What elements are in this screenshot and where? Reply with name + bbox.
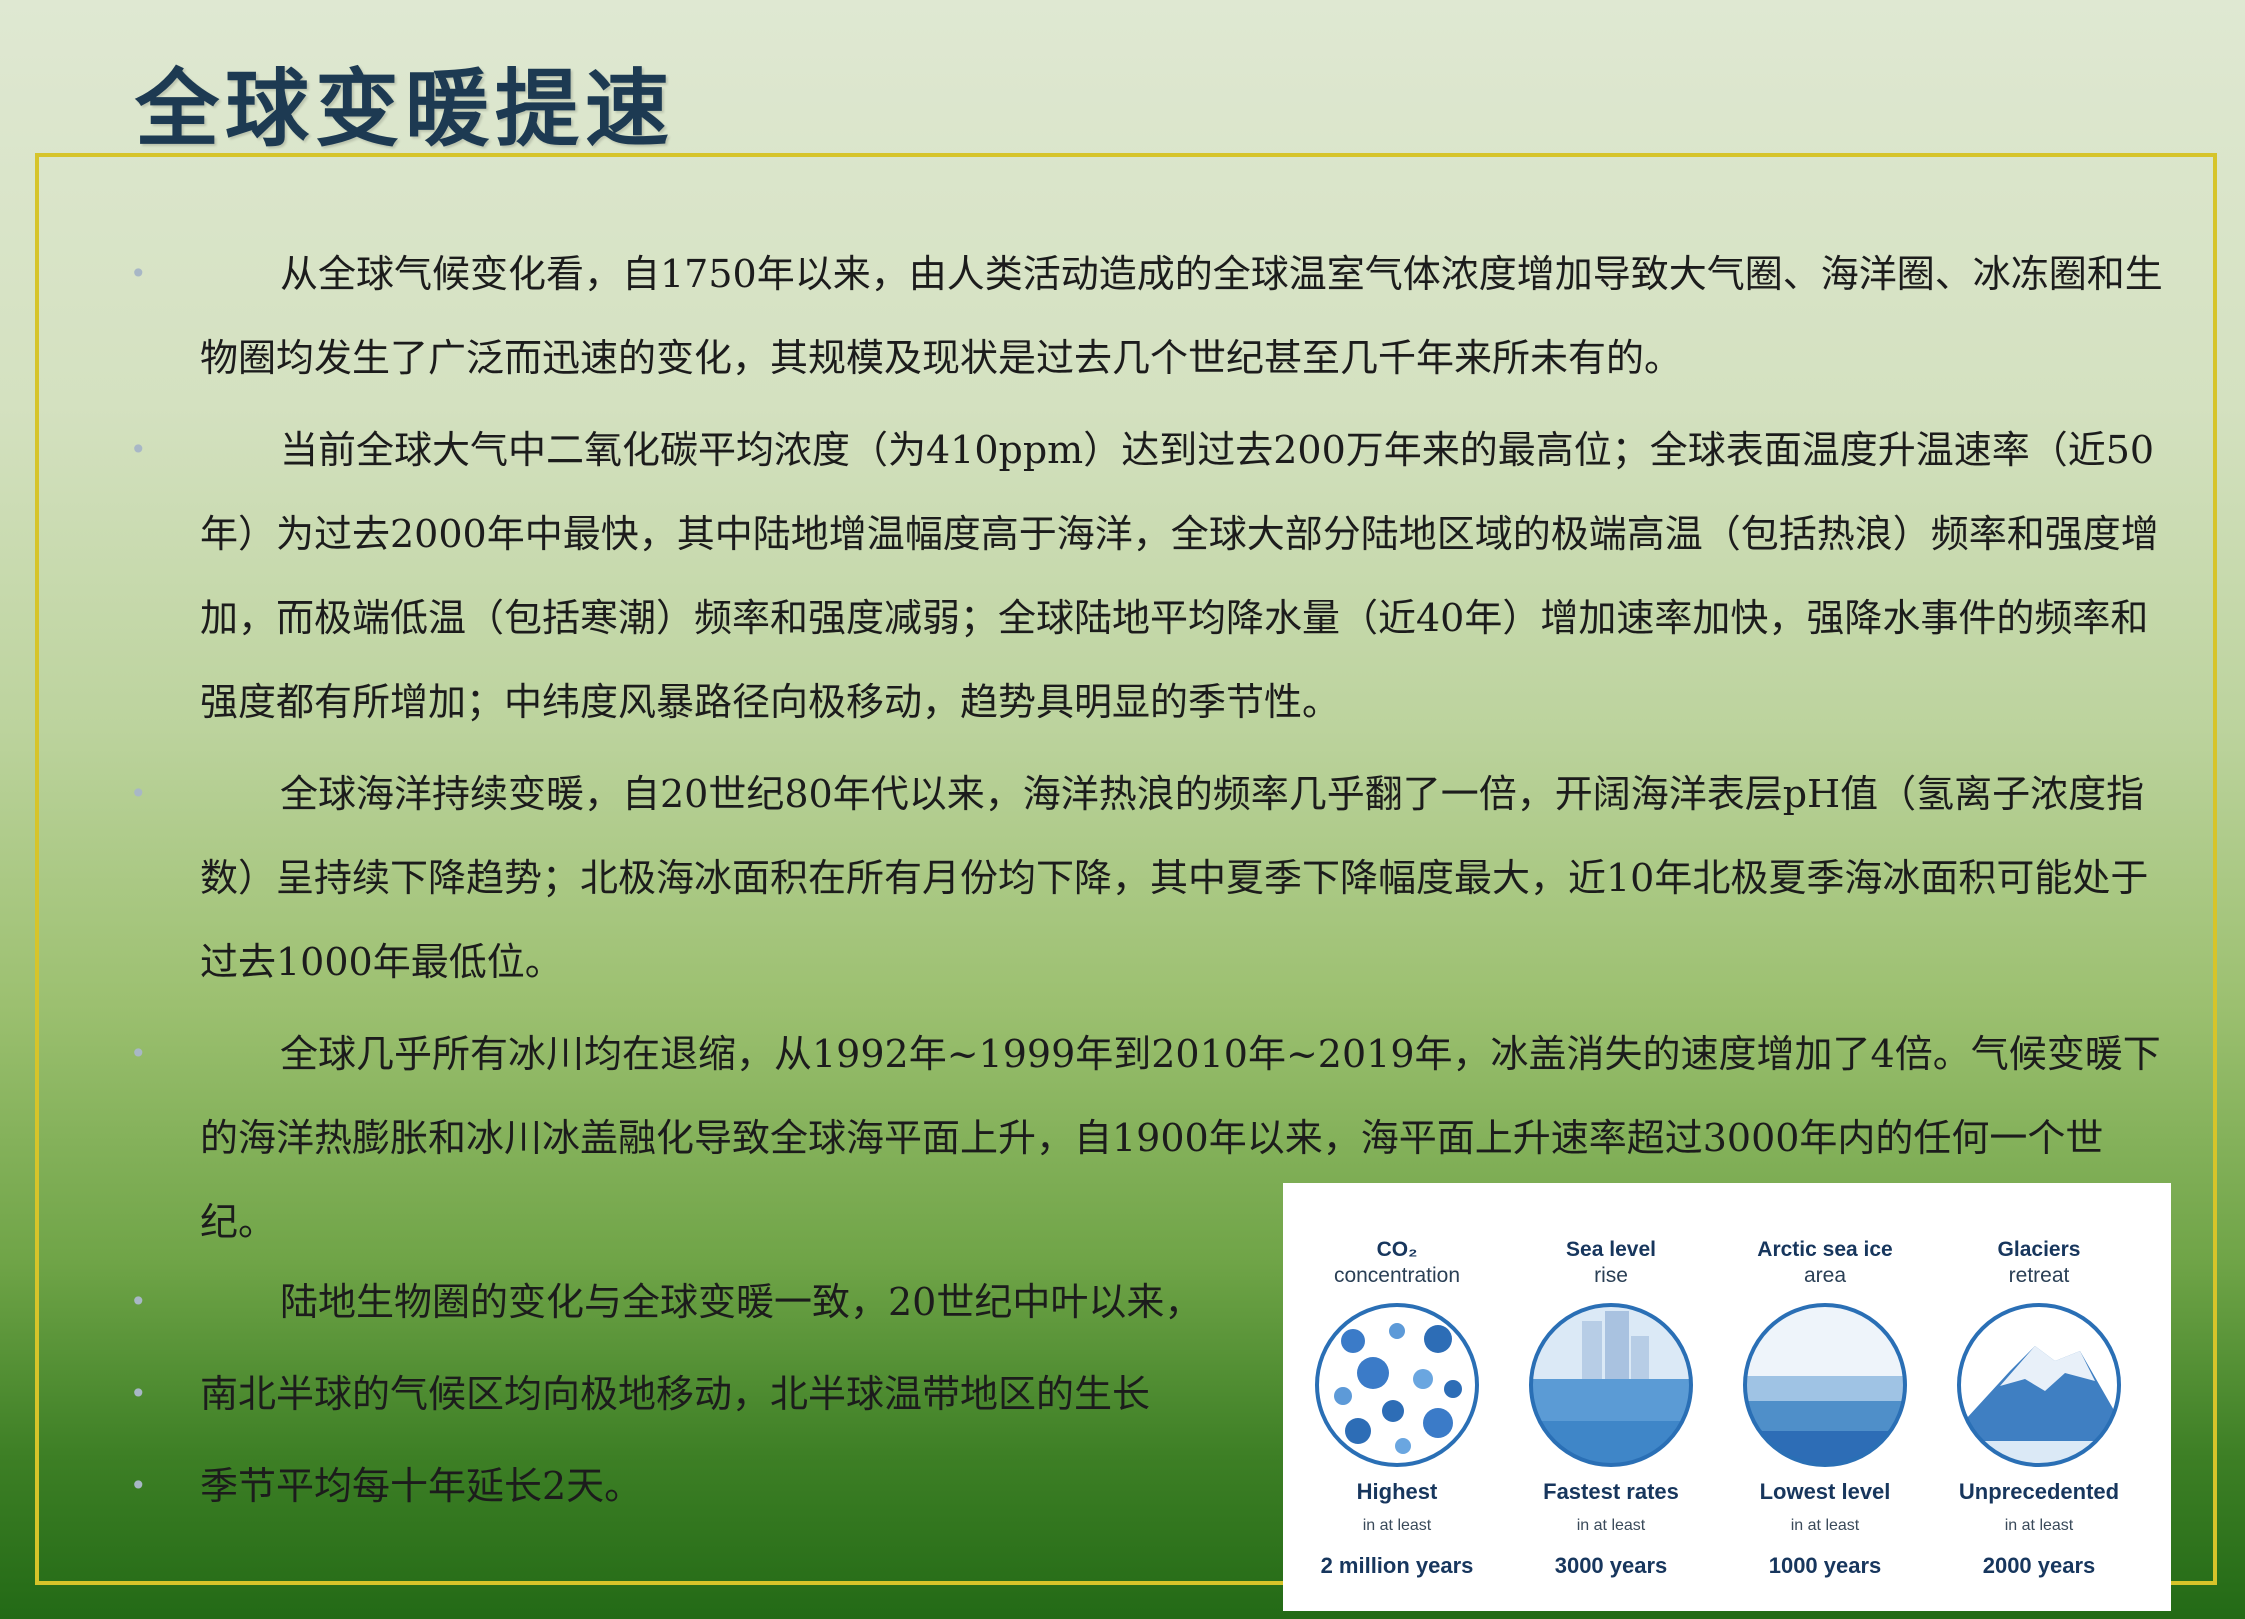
- infographic-head-co2: CO₂ concentration: [1291, 1237, 1503, 1289]
- infographic-label-glaciers: Unprecedented: [1958, 1479, 2120, 1504]
- infographic-subtitle-glaciers: retreat: [2008, 1264, 2070, 1287]
- infographic-inatleast-sea-ice: in at least: [1790, 1517, 1860, 1534]
- paragraph-5-line-2: 南北半球的气候区均向极地移动，北半球温带地区的生长: [125, 1348, 1305, 1440]
- paragraph-2-text: 当前全球大气中二氧化碳平均浓度（为410ppm）达到过去200万年来的最高位；全…: [200, 428, 2159, 724]
- infographic-inatleast-glaciers: in at least: [2004, 1517, 2074, 1534]
- glacier-icon: [1957, 1303, 2121, 1467]
- sea-level-icon: [1529, 1303, 1693, 1467]
- sea-ice-icon: [1743, 1303, 1907, 1467]
- infographic-subtitle-sea-ice: area: [1803, 1264, 1847, 1287]
- infographic-years-sea-ice: 1000 years: [1768, 1553, 1882, 1578]
- paragraph-2: 当前全球大气中二氧化碳平均浓度（为410ppm）达到过去200万年来的最高位；全…: [125, 408, 2165, 744]
- infographic-head-sea-ice: Arctic sea ice area: [1719, 1237, 1931, 1289]
- infographic-subtitle-co2: concentration: [1333, 1264, 1461, 1287]
- paragraph-1: 从全球气候变化看，自1750年以来，由人类活动造成的全球温室气体浓度增加导致大气…: [125, 232, 2165, 400]
- infographic-head-glaciers: Glaciers retreat: [1933, 1237, 2145, 1289]
- infographic-years-glaciers: 2000 years: [1982, 1553, 2096, 1578]
- infographic-title-glaciers: Glaciers: [1997, 1238, 2081, 1261]
- page-title: 全球变暖提速: [135, 59, 676, 158]
- paragraph-5-line-1-text: 陆地生物圈的变化与全球变暖一致，20世纪中叶以来，: [280, 1280, 1203, 1324]
- infographic-years-sea-level: 3000 years: [1554, 1553, 1668, 1578]
- paragraph-1-text: 从全球气候变化看，自1750年以来，由人类活动造成的全球温室气体浓度增加导致大气…: [200, 252, 2163, 380]
- infographic-label-sea-ice: Lowest level: [1759, 1479, 1891, 1504]
- infographic-title-sea-ice: Arctic sea ice: [1757, 1238, 1893, 1261]
- infographic-inatleast-co2: in at least: [1362, 1517, 1432, 1534]
- paragraph-3-text: 全球海洋持续变暖，自20世纪80年代以来，海洋热浪的频率几乎翻了一倍，开阔海洋表…: [200, 772, 2149, 984]
- infographic-inatleast-sea-level: in at least: [1576, 1517, 1646, 1534]
- body-text: 从全球气候变化看，自1750年以来，由人类活动造成的全球温室气体浓度增加导致大气…: [125, 232, 2165, 1272]
- infographic-title-co2: CO₂: [1376, 1238, 1418, 1261]
- infographic-label-co2: Highest: [1356, 1479, 1438, 1504]
- infographic-head-sea-level: Sea level rise: [1505, 1237, 1717, 1289]
- paragraph-5: 陆地生物圈的变化与全球变暖一致，20世纪中叶以来， 南北半球的气候区均向极地移动…: [125, 1256, 1305, 1532]
- infographic-years-co2: 2 million years: [1320, 1553, 1474, 1578]
- infographic-label-sea-level: Fastest rates: [1543, 1479, 1679, 1504]
- co2-bubbles-icon: [1315, 1303, 1479, 1467]
- paragraph-5-line-1: 陆地生物圈的变化与全球变暖一致，20世纪中叶以来，: [125, 1256, 1305, 1348]
- paragraph-5-line-3: 季节平均每十年延长2天。: [125, 1440, 1305, 1532]
- climate-infographic: CO₂ concentration Highest in at least 2 …: [1283, 1183, 2171, 1611]
- infographic-title-sea-level: Sea level: [1566, 1238, 1656, 1261]
- infographic-subtitle-sea-level: rise: [1594, 1264, 1628, 1287]
- paragraph-3: 全球海洋持续变暖，自20世纪80年代以来，海洋热浪的频率几乎翻了一倍，开阔海洋表…: [125, 752, 2165, 1004]
